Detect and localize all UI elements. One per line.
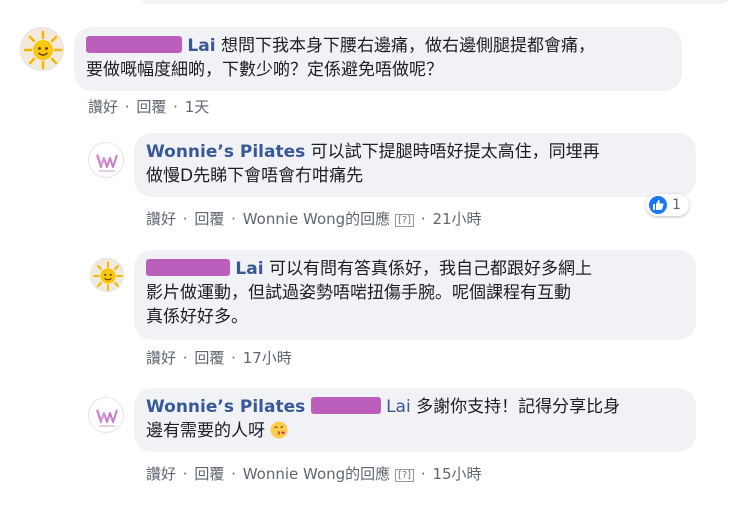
sun-icon <box>23 30 63 70</box>
timestamp[interactable]: 17小時 <box>243 349 292 367</box>
user-avatar-sun[interactable] <box>90 258 124 292</box>
like-link[interactable]: 讚好 <box>146 349 176 367</box>
reply-link[interactable]: 回覆 <box>136 98 166 116</box>
redacted-name <box>146 259 230 276</box>
kiss-heart-emoji <box>270 421 288 439</box>
comment-actions: 讚好 · 回覆 · 17小時 <box>146 349 292 367</box>
comment-actions: 讚好 · 回覆 · 1天 <box>88 98 210 116</box>
comment-text-line: 做慢D先睇下會唔會冇咁痛先 <box>146 166 364 186</box>
help-icon[interactable]: [?] <box>394 214 415 227</box>
comment-text-line: 真係好好多。 <box>146 307 248 327</box>
comment-text-line: 想問下我本身下腰右邊痛，做右邊側腿提都會痛， <box>220 36 595 56</box>
like-link[interactable]: 讚好 <box>88 98 118 116</box>
mention-link[interactable]: Lai <box>386 397 411 417</box>
reply-bubble: Wonnie’s Pilates 可以試下提腿時唔好提太高住，同埋再 做慢D先睇… <box>134 133 696 197</box>
commenter-name[interactable]: Lai <box>235 259 263 279</box>
wonnie-logo-icon <box>96 408 118 427</box>
comment-actions: 讚好 · 回覆 · Wonnie Wong的回應 [?] · 15小時 <box>146 465 482 483</box>
reply-link[interactable]: 回覆 <box>194 210 224 228</box>
help-icon[interactable]: [?] <box>394 469 415 482</box>
user-avatar-sun[interactable] <box>20 27 64 71</box>
comment-bubble: Lai 想問下我本身下腰右邊痛，做右邊側腿提都會痛， 要做嘅幅度細啲，下數少啲？… <box>74 27 682 91</box>
comment-text-line: 可以有問有答真係好，我自己都跟好多網上 <box>268 259 592 279</box>
comment-text-line: 可以試下提腿時唔好提太高住，同埋再 <box>310 142 600 162</box>
replied-by-text: Wonnie Wong的回應 <box>242 210 391 228</box>
commenter-name[interactable]: Lai <box>187 36 215 56</box>
timestamp[interactable]: 15小時 <box>432 465 481 483</box>
page-name[interactable]: Wonnie’s Pilates <box>146 397 305 417</box>
redacted-name <box>310 397 381 414</box>
comment-text-line: 要做嘅幅度細啲，下數少啲？定係避免唔做呢？ <box>86 60 443 80</box>
timestamp[interactable]: 21小時 <box>432 210 481 228</box>
like-icon <box>649 196 667 214</box>
previous-comment-bubble-edge <box>140 0 730 4</box>
comment-text-line: 影片做運動，但試過姿勢唔啱扭傷手腕。呢個課程有互動 <box>146 283 571 303</box>
page-avatar-wonnies-pilates[interactable] <box>88 397 124 433</box>
reply-link[interactable]: 回覆 <box>194 349 224 367</box>
comment-text-line: 邊有需要的人呀 <box>146 421 265 441</box>
wonnie-logo-icon <box>96 153 118 172</box>
reaction-count-badge[interactable]: 1 <box>646 194 689 216</box>
reply-bubble: Wonnie’s Pilates Lai 多謝你支持！記得分享比身 邊有需要的人… <box>134 388 696 452</box>
page-name[interactable]: Wonnie’s Pilates <box>146 142 305 162</box>
sun-icon <box>93 261 123 291</box>
reply-link[interactable]: 回覆 <box>194 465 224 483</box>
like-link[interactable]: 讚好 <box>146 210 176 228</box>
redacted-name <box>86 36 182 53</box>
page-avatar-wonnies-pilates[interactable] <box>88 142 124 178</box>
comment-actions: 讚好 · 回覆 · Wonnie Wong的回應 [?] · 21小時 <box>146 210 482 228</box>
reply-bubble: Lai 可以有問有答真係好，我自己都跟好多網上 影片做運動，但試過姿勢唔啱扭傷手… <box>134 250 696 340</box>
replied-by-text: Wonnie Wong的回應 <box>242 465 391 483</box>
reaction-count: 1 <box>672 197 681 213</box>
timestamp[interactable]: 1天 <box>185 98 210 116</box>
like-link[interactable]: 讚好 <box>146 465 176 483</box>
comment-text-line: 多謝你支持！記得分享比身 <box>416 397 621 417</box>
